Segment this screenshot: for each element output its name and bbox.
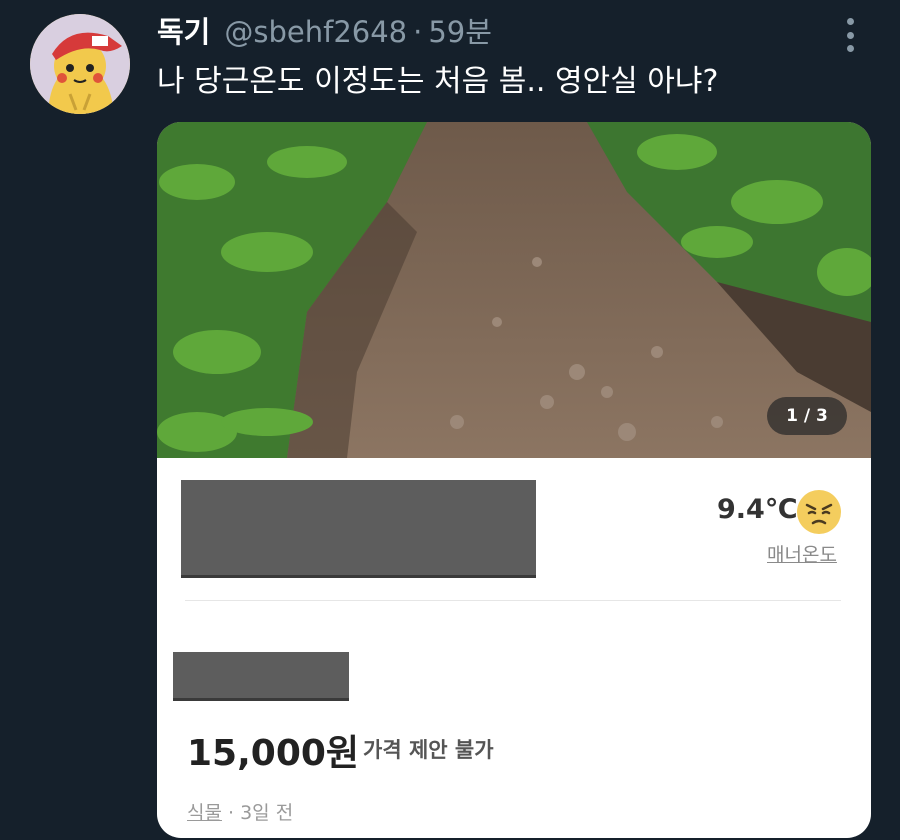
divider [185, 600, 841, 601]
tweet-text: 나 당근온도 이정도는 처음 봄.. 영안실 아냐? [157, 64, 719, 99]
category-link[interactable]: 식물 [187, 802, 222, 824]
manner-temperature: 9.4℃ [717, 494, 798, 525]
posted-time: 3일 전 [240, 802, 294, 824]
tweet-time[interactable]: 59분 [428, 12, 492, 52]
user-handle[interactable]: @sbehf2648 [224, 12, 407, 52]
redacted-title [181, 480, 536, 575]
pikachu-avatar-icon [30, 14, 130, 114]
vertical-dots-icon[interactable] [840, 18, 860, 52]
meta-separator: · [221, 802, 241, 824]
attached-screenshot-card[interactable]: 1 / 3 9.4℃ 매너온도 15,000원 가격 제안 불가 식물 · 3일… [157, 122, 871, 838]
listing-meta: 식물 · 3일 전 [187, 798, 293, 825]
price: 15,000원 [187, 733, 360, 774]
redacted-subtitle [173, 652, 349, 698]
tweet-header: 독기 @sbehf2648 · 59분 [157, 12, 492, 52]
avatar[interactable] [30, 14, 130, 114]
header-separator: · [413, 15, 423, 49]
garden-photo [157, 122, 871, 458]
manner-temperature-link[interactable]: 매너온도 [767, 540, 837, 567]
image-counter: 1 / 3 [767, 397, 847, 435]
display-name[interactable]: 독기 [157, 12, 210, 52]
angry-face-icon [797, 490, 841, 534]
price-offer-note: 가격 제안 불가 [363, 738, 494, 762]
